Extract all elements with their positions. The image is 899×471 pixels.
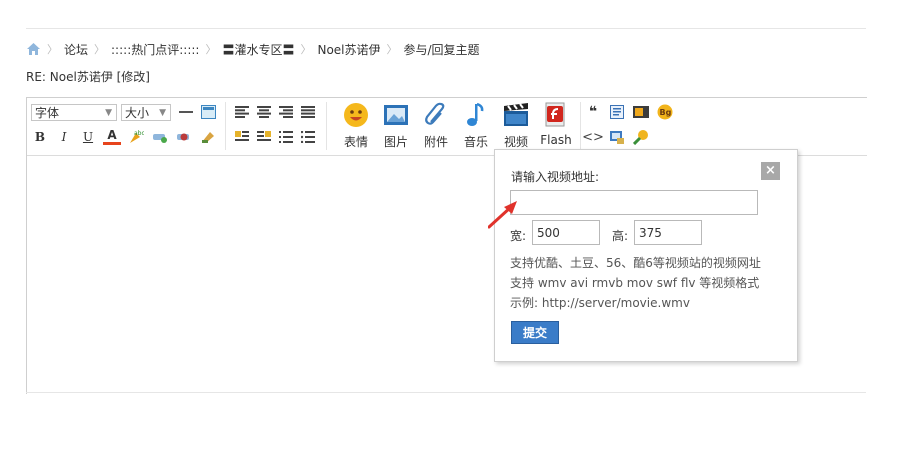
breadcrumb-separator: 〉 [386,43,398,56]
breadcrumb-separator: 〉 [47,43,58,56]
breadcrumb-separator: 〉 [94,43,106,56]
float-left-icon[interactable] [233,128,251,146]
dialog-title: 请输入视频地址: [511,170,600,184]
image-button[interactable]: 图片 [378,100,414,152]
breadcrumb-hot-reviews[interactable]: :::::热门点评::::: [111,41,199,58]
toolbar-divider [580,102,581,150]
breadcrumb-water-zone[interactable]: 〓灌水专区〓 [222,41,294,58]
attachment-label: 附件 [423,135,448,149]
font-color-button[interactable]: A [103,128,121,145]
svg-text:abc: abc [134,130,144,137]
flash-label: Flash [540,133,572,147]
flash-icon [545,102,565,127]
height-label: 高: [612,229,629,243]
chevron-down-icon: ▼ [105,108,112,118]
toolbar-divider [326,102,327,150]
annotation-arrow-icon [488,201,517,229]
music-button[interactable]: 音乐 [458,100,494,152]
highlight-icon[interactable]: abc [127,128,145,146]
video-url-dialog: 请输入视频地址: × 宽: 高: 支持优酷、土豆、56、酷6等视频站的视频网址 … [494,149,798,362]
attachment-button[interactable]: 附件 [418,100,454,152]
supported-formats-text: 支持 wmv avi rmvb mov swf flv 等视频格式 [510,276,760,290]
example-text: 示例: http://server/movie.wmv [510,296,690,310]
font-size-select[interactable]: 大小 ▼ [121,104,171,121]
breadcrumb-separator: 〉 [205,43,217,56]
breadcrumb: 〉 论坛 〉 :::::热门点评::::: 〉 〓灌水专区〓 〉 Noel苏诺伊… [26,40,480,58]
close-icon[interactable]: × [761,162,780,180]
smiley-icon [344,103,368,127]
supported-sites-text: 支持优酷、土豆、56、酷6等视频站的视频网址 [510,256,761,270]
toolbar-divider [225,102,226,150]
code-icon[interactable]: <> [582,128,604,146]
quote-icon[interactable]: ❝ [584,103,602,121]
code-block-icon[interactable] [608,103,626,121]
emoticon-label: 表情 [343,135,368,149]
float-right-icon[interactable] [255,128,273,146]
free-tag-icon[interactable] [632,103,650,121]
breadcrumb-forum[interactable]: 论坛 [64,41,88,58]
paperclip-icon [425,102,445,125]
image-icon [384,105,408,125]
emoticon-button[interactable]: 表情 [338,100,374,152]
unlink-icon[interactable] [175,128,193,146]
table-icon[interactable] [199,103,217,121]
font-size-label: 大小 [125,106,150,120]
chevron-down-icon: ▼ [159,108,166,118]
svg-text:Bg: Bg [660,108,672,117]
image-label: 图片 [383,135,408,149]
font-family-select[interactable]: 字体 ▼ [31,104,117,121]
width-label: 宽: [510,229,527,243]
align-center-icon[interactable] [255,103,273,121]
bold-button[interactable]: B [31,128,49,146]
video-url-input[interactable] [510,190,758,215]
flash-button[interactable]: Flash [538,100,574,152]
editor-toolbar: 字体 ▼ 大小 ▼ B I U A abc 表情 图片 附件 音乐 视频 Fla… [27,98,867,156]
align-justify-icon[interactable] [299,103,317,121]
height-input[interactable] [634,220,702,245]
clapperboard-icon [504,103,528,126]
submit-button[interactable]: 提交 [511,321,559,344]
link-icon[interactable] [151,128,169,146]
page-insert-icon[interactable] [608,128,626,146]
align-right-icon[interactable] [277,103,295,121]
hide-content-icon[interactable] [632,128,650,146]
breadcrumb-separator: 〉 [300,43,312,56]
post-title: RE: Noel苏诺伊 [修改] [26,70,150,84]
editor-bottom-border [26,392,866,393]
breadcrumb-current: 参与/回复主题 [403,42,480,57]
top-divider [26,28,866,29]
home-icon[interactable] [26,42,41,56]
bg-color-icon[interactable]: Bg [656,103,674,121]
eraser-icon[interactable] [199,128,217,146]
italic-button[interactable]: I [55,128,73,146]
align-left-icon[interactable] [233,103,251,121]
width-input[interactable] [532,220,600,245]
video-label: 视频 [503,135,528,149]
horizontal-rule-icon[interactable] [177,103,195,121]
music-note-icon [467,102,484,126]
font-family-label: 字体 [35,106,60,120]
underline-button[interactable]: U [79,128,97,146]
unordered-list-icon[interactable] [299,128,317,146]
video-button[interactable]: 视频 [498,100,534,152]
ordered-list-icon[interactable] [277,128,295,146]
music-label: 音乐 [463,135,488,149]
breadcrumb-thread[interactable]: Noel苏诺伊 [317,41,380,58]
